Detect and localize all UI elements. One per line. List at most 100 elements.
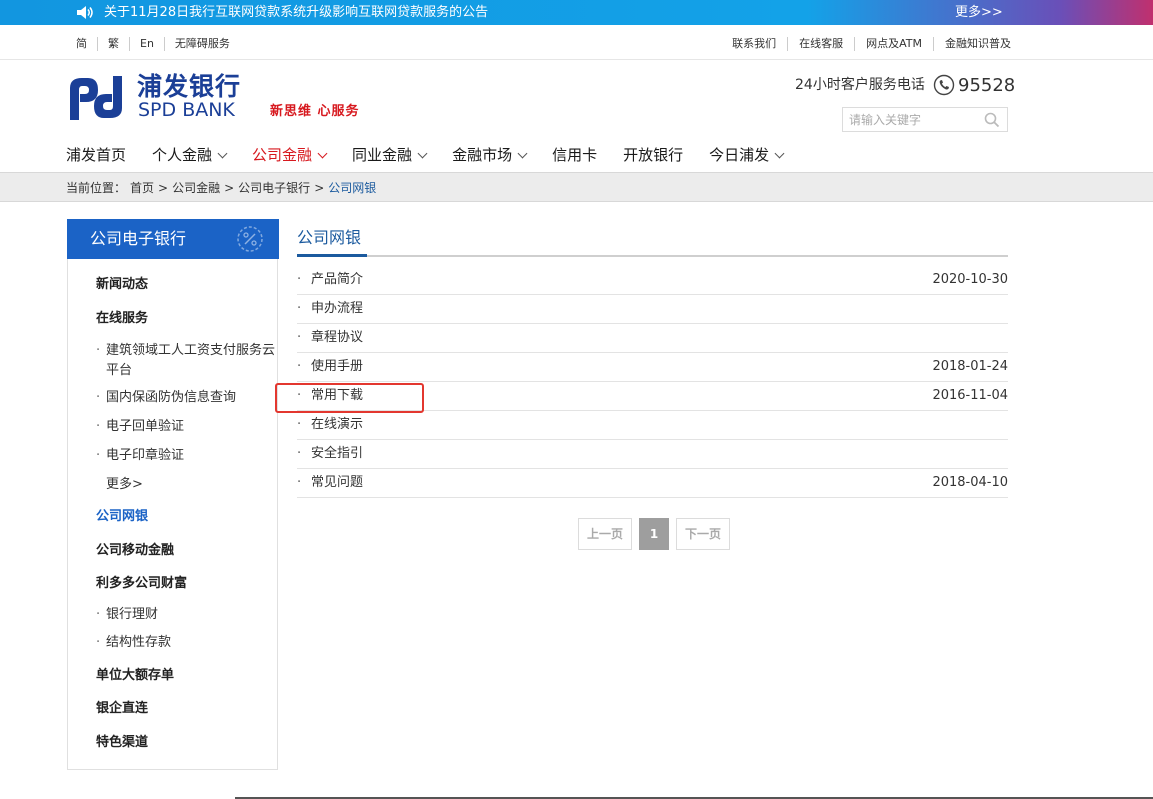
sidebar-sub-seal-verify[interactable]: · 电子印章验证: [96, 446, 276, 466]
list-item-date: 2018-04-10: [932, 475, 1008, 490]
sidebar-item-liduoduo-wealth[interactable]: 利多多公司财富: [96, 575, 187, 592]
notice-bar: 关于11月28日我行互联网贷款系统升级影响互联网贷款服务的公告 更多>>: [0, 0, 1153, 25]
breadcrumb-home[interactable]: 首页: [130, 180, 154, 196]
chevron-down-icon: [317, 148, 328, 158]
percent-badge-icon: [237, 226, 263, 252]
sidebar-sub-label: 电子印章验证: [106, 448, 185, 463]
sidebar-item-bank-enterprise-link[interactable]: 银企直连: [96, 700, 148, 717]
sidebar-item-news[interactable]: 新闻动态: [96, 276, 148, 293]
list-item[interactable]: · 产品简介 2020-10-30: [297, 266, 1008, 295]
nav-today-spdb[interactable]: 今日浦发: [709, 144, 785, 166]
list-item-date: 2016-11-04: [932, 388, 1008, 403]
list-item-title[interactable]: 安全指引: [311, 446, 363, 462]
financial-knowledge-link[interactable]: 金融知识普及: [934, 37, 1013, 51]
accessibility-link[interactable]: 无障碍服务: [165, 37, 240, 51]
bullet-dot: ·: [297, 359, 302, 374]
bullet-dot: ·: [297, 446, 302, 461]
lang-simplified[interactable]: 简: [66, 37, 98, 51]
sidebar-sub-guarantee-query[interactable]: · 国内保函防伪信息查询: [96, 388, 276, 408]
language-links: 简 繁 En 无障碍服务: [66, 37, 240, 51]
list-item-title[interactable]: 产品简介: [311, 272, 363, 288]
breadcrumb: 当前位置： 首页 > 公司金融 > 公司电子银行 > 公司网银: [66, 180, 380, 196]
breadcrumb-separator: >: [314, 181, 325, 195]
branch-atm-link[interactable]: 网点及ATM: [855, 37, 934, 51]
lang-traditional[interactable]: 繁: [98, 37, 130, 51]
lang-english[interactable]: En: [130, 37, 165, 51]
sidebar-sub-wealth-management[interactable]: · 银行理财: [96, 605, 276, 625]
list-item[interactable]: · 使用手册 2018-01-24: [297, 353, 1008, 382]
chevron-down-icon: [217, 148, 228, 158]
sidebar-more-link[interactable]: 更多>: [96, 475, 276, 495]
search-icon[interactable]: [984, 112, 1000, 128]
notice-link[interactable]: 关于11月28日我行互联网贷款系统升级影响互联网贷款服务的公告: [104, 4, 488, 21]
breadcrumb-corporate-finance[interactable]: 公司金融: [172, 180, 220, 196]
sidebar-item-featured-channels[interactable]: 特色渠道: [96, 734, 148, 751]
bullet-dot: ·: [96, 635, 101, 650]
breadcrumb-separator: >: [158, 181, 169, 195]
list-item-date: 2018-01-24: [932, 359, 1008, 374]
list-item-title[interactable]: 章程协议: [311, 330, 363, 346]
next-page-button[interactable]: 下一页: [676, 518, 730, 550]
title-underline: [297, 254, 367, 257]
list-item-title[interactable]: 在线演示: [311, 417, 363, 433]
breadcrumb-current: 公司网银: [328, 181, 377, 195]
contact-us-link[interactable]: 联系我们: [721, 37, 789, 51]
sidebar-sub-receipt-verify[interactable]: · 电子回单验证: [96, 417, 276, 437]
list-item[interactable]: · 在线演示: [297, 411, 1008, 440]
bullet-dot: ·: [297, 417, 302, 432]
sidebar-item-corporate-ebank[interactable]: 公司网银: [96, 508, 148, 525]
list-item[interactable]: · 常见问题 2018-04-10: [297, 469, 1008, 498]
nav-interbank-finance[interactable]: 同业金融: [352, 144, 428, 166]
search-box: [842, 107, 1008, 132]
page-number-button[interactable]: 1: [639, 518, 669, 550]
search-input[interactable]: [849, 111, 979, 129]
chevron-down-icon: [417, 148, 428, 158]
main-nav: 浦发首页 个人金融 公司金融 同业金融 金融市场 信用卡 开放银行 今日浦发: [66, 144, 809, 166]
breadcrumb-corporate-ebank[interactable]: 公司电子银行: [238, 180, 310, 196]
nav-label: 信用卡: [552, 146, 598, 164]
list-item[interactable]: · 章程协议: [297, 324, 1008, 353]
bullet-dot: ·: [297, 272, 302, 287]
list-item[interactable]: · 申办流程: [297, 295, 1008, 324]
nav-credit-card[interactable]: 信用卡: [552, 144, 597, 166]
sidebar-item-mobile-finance[interactable]: 公司移动金融: [96, 542, 174, 559]
list-item-title[interactable]: 申办流程: [311, 301, 363, 317]
nav-label: 今日浦发: [709, 146, 770, 164]
bullet-dot: ·: [96, 343, 101, 358]
top-links: 联系我们 在线客服 网点及ATM 金融知识普及: [721, 37, 1013, 51]
sidebar-sub-wage-platform[interactable]: · 建筑领域工人工资支付服务云平台: [96, 341, 276, 381]
list-item-title[interactable]: 使用手册: [311, 359, 363, 375]
list-item-title[interactable]: 常见问题: [311, 475, 363, 491]
chevron-down-icon: [517, 148, 528, 158]
list-item-date: 2020-10-30: [932, 272, 1008, 287]
speaker-icon: [77, 6, 93, 19]
notice-more-link[interactable]: 更多>>: [955, 4, 1003, 21]
utility-bar: 简 繁 En 无障碍服务 联系我们 在线客服 网点及ATM 金融知识普及: [0, 25, 1153, 60]
nav-label: 浦发首页: [66, 146, 127, 164]
breadcrumb-bar: 当前位置： 首页 > 公司金融 > 公司电子银行 > 公司网银: [0, 172, 1153, 202]
sidebar-item-online-service[interactable]: 在线服务: [96, 310, 148, 327]
nav-corporate-finance[interactable]: 公司金融: [252, 144, 328, 166]
nav-home[interactable]: 浦发首页: [66, 144, 126, 166]
nav-label: 金融市场: [452, 146, 513, 164]
title-divider: [297, 255, 1008, 257]
bullet-dot: ·: [96, 607, 101, 622]
nav-personal-finance[interactable]: 个人金融: [152, 144, 228, 166]
sidebar-sub-label: 建筑领域工人工资支付服务云平台: [106, 343, 276, 378]
list-item[interactable]: · 安全指引: [297, 440, 1008, 469]
sidebar-item-large-cd[interactable]: 单位大额存单: [96, 667, 174, 684]
prev-page-button[interactable]: 上一页: [578, 518, 632, 550]
breadcrumb-separator: >: [224, 181, 235, 195]
bullet-dot: ·: [96, 419, 101, 434]
sidebar-sub-structured-deposit[interactable]: · 结构性存款: [96, 633, 276, 653]
sidebar-sub-label: 电子回单验证: [106, 419, 185, 434]
breadcrumb-label: 当前位置：: [66, 181, 127, 195]
spd-logo-icon[interactable]: [66, 72, 126, 124]
nav-open-banking[interactable]: 开放银行: [623, 144, 683, 166]
highlight-box: [275, 383, 424, 413]
nav-financial-markets[interactable]: 金融市场: [452, 144, 528, 166]
online-service-link[interactable]: 在线客服: [788, 37, 856, 51]
sidebar-sub-label: 国内保函防伪信息查询: [106, 390, 237, 405]
sidebar-sub-label: 结构性存款: [106, 635, 172, 650]
sidebar-header: 公司电子银行: [67, 219, 279, 259]
